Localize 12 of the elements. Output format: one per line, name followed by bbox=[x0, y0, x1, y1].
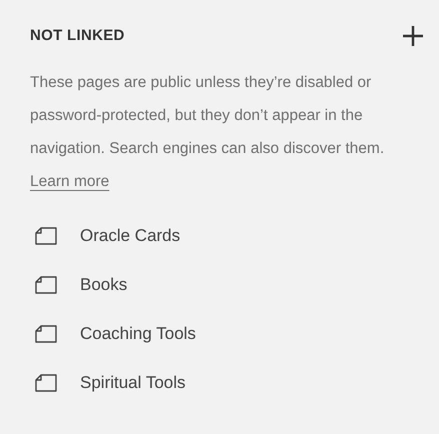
plus-icon bbox=[402, 25, 424, 47]
description: These pages are public unless they’re disabled or password-protected, but they don’t appear in the navigation. Search engines can also discover them. Learn more bbox=[30, 73, 386, 192]
page-item[interactable]: Oracle Cards bbox=[30, 224, 427, 248]
page-item[interactable]: Coaching Tools bbox=[30, 322, 427, 346]
section-title: NOT LINKED bbox=[30, 26, 125, 46]
page-item[interactable]: Books bbox=[30, 273, 427, 297]
page-item[interactable]: Spiritual Tools bbox=[30, 371, 427, 395]
page-icon bbox=[35, 325, 57, 343]
learn-more-link[interactable]: Learn more bbox=[30, 173, 110, 190]
page-icon bbox=[35, 227, 57, 245]
page-icon bbox=[35, 374, 57, 392]
page-icon bbox=[35, 276, 57, 294]
